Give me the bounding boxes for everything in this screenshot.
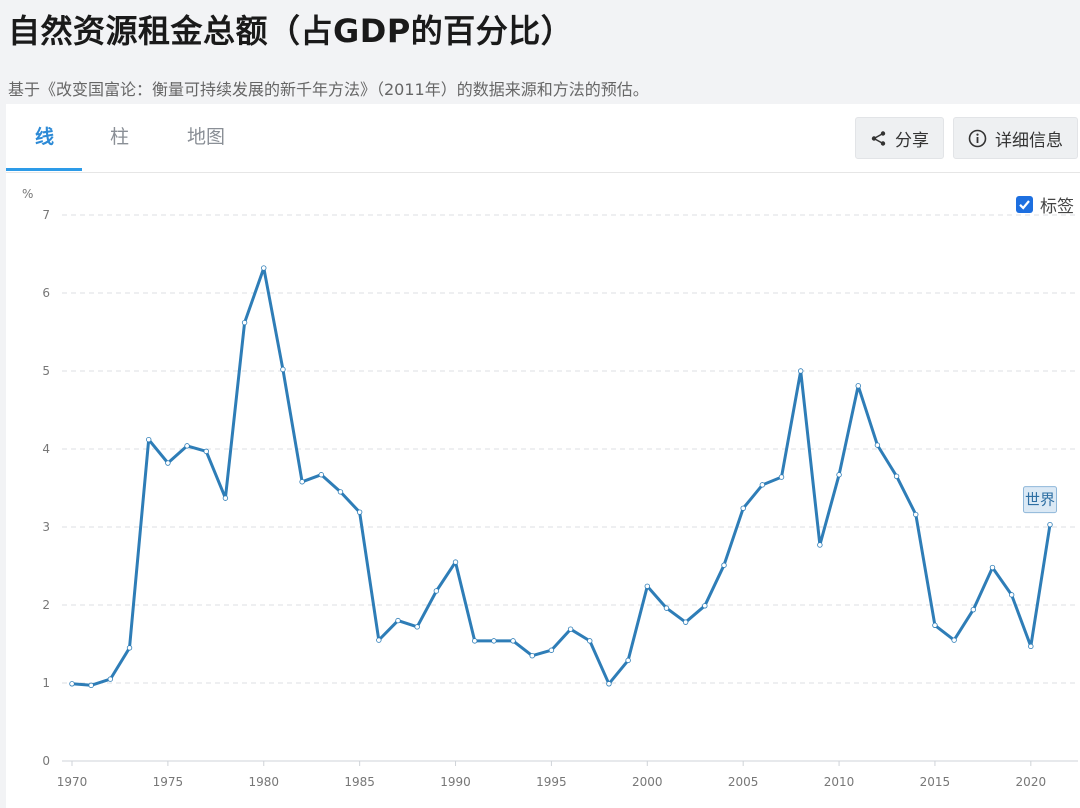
y-tick-label: 2 [42, 598, 50, 612]
y-tick-label: 3 [42, 520, 50, 534]
data-point[interactable] [165, 460, 171, 466]
data-point[interactable] [1047, 521, 1053, 528]
data-point[interactable] [970, 606, 976, 613]
data-point[interactable] [184, 443, 190, 449]
series-line-world [71, 266, 1052, 687]
data-point[interactable] [472, 638, 478, 644]
data-point[interactable] [721, 562, 727, 568]
data-point[interactable] [510, 638, 516, 644]
data-point[interactable] [69, 681, 75, 687]
data-point[interactable] [1028, 643, 1034, 650]
data-point[interactable] [88, 682, 94, 689]
series-name-label: 世界 [1025, 491, 1055, 509]
data-point[interactable] [740, 505, 746, 511]
x-tick-label: 2015 [920, 775, 951, 789]
data-point[interactable] [107, 676, 114, 682]
data-point[interactable] [491, 638, 497, 644]
y-tick-label: 4 [42, 442, 50, 456]
data-point[interactable] [702, 603, 708, 609]
data-point[interactable] [606, 681, 612, 687]
data-point[interactable] [913, 511, 919, 518]
data-point[interactable] [395, 617, 401, 624]
y-tick-label: 0 [42, 754, 50, 768]
data-point[interactable] [203, 448, 209, 455]
data-point[interactable] [261, 265, 267, 271]
x-tick-label: 2005 [728, 775, 759, 789]
data-point[interactable] [682, 619, 689, 625]
data-point[interactable] [663, 605, 670, 611]
data-point[interactable] [817, 542, 823, 548]
data-point[interactable] [452, 559, 459, 565]
data-point[interactable] [893, 473, 900, 479]
y-tick-label: 1 [42, 676, 50, 690]
y-tick-label: 7 [42, 208, 50, 222]
data-point[interactable] [932, 622, 938, 628]
data-point[interactable] [778, 474, 785, 480]
x-tick-label: 2010 [824, 775, 855, 789]
data-point[interactable] [836, 472, 842, 478]
data-point[interactable] [548, 647, 555, 653]
data-point[interactable] [989, 564, 996, 571]
data-point[interactable] [376, 637, 382, 643]
x-tick-label: 1995 [536, 775, 567, 789]
data-point[interactable] [356, 509, 363, 515]
x-tick-label: 1970 [57, 775, 88, 789]
data-point[interactable] [337, 489, 344, 495]
x-tick-label: 2000 [632, 775, 663, 789]
y-tick-label: 6 [42, 286, 50, 300]
line-chart: % 0 1 2 3 4 5 6 7 1970 1975 1980 1985 1990 1995 2000 2… [22, 187, 1078, 789]
data-point[interactable] [529, 653, 535, 659]
data-point[interactable] [280, 366, 286, 373]
data-point[interactable] [798, 368, 804, 374]
data-point[interactable] [146, 436, 152, 443]
data-point[interactable] [587, 638, 593, 644]
series-end-label: 世界 [1023, 486, 1057, 514]
data-point[interactable] [759, 482, 766, 488]
data-point[interactable] [855, 383, 861, 389]
data-point[interactable] [1008, 592, 1015, 598]
data-point[interactable] [318, 472, 324, 478]
data-point[interactable] [222, 495, 229, 501]
x-tick-label: 1975 [153, 775, 184, 789]
data-point[interactable] [625, 657, 631, 664]
x-tick-label: 2020 [1016, 775, 1047, 789]
data-point[interactable] [567, 626, 574, 632]
data-point[interactable] [874, 442, 881, 448]
data-point[interactable] [433, 588, 440, 594]
data-point[interactable] [644, 583, 650, 589]
data-point[interactable] [299, 479, 305, 485]
data-point[interactable] [241, 319, 248, 326]
x-tick-label: 1990 [440, 775, 471, 789]
data-point[interactable] [126, 645, 133, 651]
data-point[interactable] [951, 637, 957, 643]
x-tick-label: 1985 [344, 775, 375, 789]
data-point[interactable] [414, 624, 420, 630]
x-tick-label: 1980 [248, 775, 279, 789]
y-tick-label: 5 [42, 364, 50, 378]
y-axis-unit: % [22, 187, 33, 201]
